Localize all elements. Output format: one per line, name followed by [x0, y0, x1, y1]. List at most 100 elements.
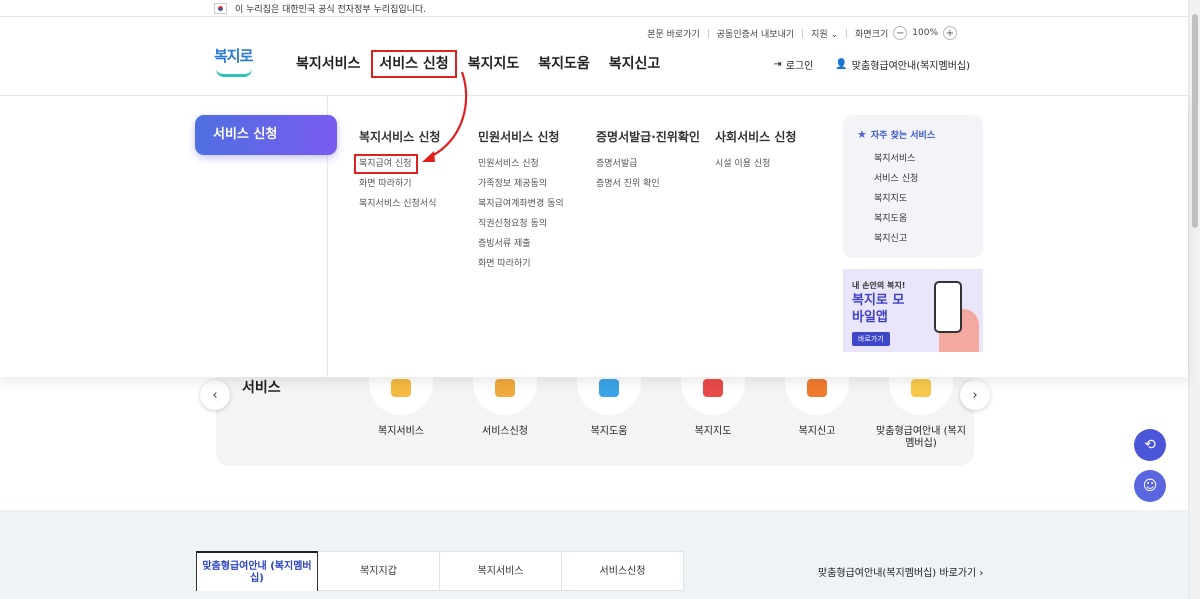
support-label: 지원: [811, 29, 828, 40]
login-icon: ⇥: [773, 59, 782, 70]
frequent-service-link[interactable]: 복지지도: [874, 189, 983, 209]
service-item[interactable]: 서비스신청: [460, 377, 550, 438]
map-icon: [703, 379, 723, 397]
person-icon: [391, 379, 411, 397]
divider: [846, 28, 848, 38]
logo-text: 복지로: [214, 47, 253, 65]
annotation-arrow: [422, 71, 468, 162]
service-item[interactable]: 복지지도: [668, 377, 758, 438]
utility-bar: 본문 바로가기 공동인증서 내보내기 지원 ⌄ 화면크기 − 100% +: [647, 26, 962, 40]
bokjiro-logo[interactable]: 복지로: [214, 45, 254, 79]
service-icon-circle: [369, 377, 433, 415]
service-icon-circle: [889, 377, 953, 415]
recent-history-button[interactable]: ⟲: [1134, 429, 1166, 461]
chatbot-button[interactable]: ☺: [1134, 470, 1166, 502]
frequent-services-label: 자주 찾는 서비스: [870, 131, 936, 141]
menu-item[interactable]: 민원서비스 신청: [478, 154, 564, 174]
bottom-tabs: 맞춤형급여안내 (복지멤버십) 복지지갑 복지서비스 서비스신청: [196, 551, 684, 591]
korea-flag-icon: [214, 2, 227, 14]
chevron-down-icon: ⌄: [830, 29, 839, 40]
menu-item[interactable]: 화면 따라하기: [359, 174, 440, 194]
menu-item[interactable]: 가족정보 제공동의: [478, 174, 564, 194]
service-icon-circle: [681, 377, 745, 415]
siren-icon: [807, 379, 827, 397]
mega-menu-section-title: 서비스 신청: [195, 115, 337, 155]
tab-wallet[interactable]: 복지지갑: [318, 551, 440, 591]
menu-item[interactable]: 복지급여계좌변경 동의: [478, 194, 564, 214]
service-label: 복지지도: [694, 426, 732, 437]
menu-column-title: 사회서비스 신청: [715, 130, 797, 144]
service-label: 복지서비스: [378, 426, 424, 437]
chat-icon: [599, 379, 619, 397]
service-label: 서비스신청: [482, 426, 528, 437]
login-label: 로그인: [785, 61, 814, 72]
scrollbar[interactable]: [1188, 0, 1200, 599]
frequent-service-link[interactable]: 복지신고: [874, 229, 983, 249]
user-icon: 👤: [835, 59, 848, 70]
menu-item[interactable]: 복지서비스 신청서식: [359, 194, 440, 214]
app-banner-subtitle: 내 손안의 복지!: [852, 281, 906, 290]
service-item[interactable]: 맞춤형급여안내 (복지멤버십): [876, 377, 966, 450]
frequent-service-link[interactable]: 복지도움: [874, 209, 983, 229]
menu-item[interactable]: 시설 이용 신청: [715, 154, 796, 174]
nav-welfare-help[interactable]: 복지도움: [538, 50, 590, 78]
service-icon-circle: [577, 377, 641, 415]
tab-welfare-service[interactable]: 복지서비스: [440, 551, 562, 591]
history-icon: ⟲: [1144, 437, 1156, 453]
menu-item[interactable]: 증빙서류 제출: [478, 234, 564, 254]
site-header: 본문 바로가기 공동인증서 내보내기 지원 ⌄ 화면크기 − 100% + 복지…: [0, 17, 1188, 96]
menu-item-benefit-apply[interactable]: 복지급여 신청: [354, 154, 418, 174]
divider: [707, 28, 709, 38]
divider: [802, 28, 804, 38]
menu-column-civil-apply: 민원서비스 신청 민원서비스 신청 가족정보 제공동의 복지급여계좌변경 동의 …: [478, 128, 564, 274]
membership-shortcut-link[interactable]: 맞춤형급여안내(복지멤버십) 바로가기 ›: [818, 564, 983, 579]
zoom-label: 화면크기: [855, 29, 889, 40]
menu-column-title: 증명서발급·진위확인: [596, 130, 700, 144]
service-icon-circle: [473, 377, 537, 415]
main-nav: 복지서비스 서비스 신청 복지지도 복지도움 복지신고: [296, 50, 679, 78]
carousel-prev-button[interactable]: ‹: [200, 380, 230, 410]
membership-icon: [911, 379, 931, 397]
zoom-value: 100%: [912, 28, 938, 38]
service-label: 맞춤형급여안내 (복지멤버십): [876, 426, 966, 449]
nav-welfare-report[interactable]: 복지신고: [609, 50, 661, 78]
header-right: ⇥ 로그인 👤 맞춤형급여안내(복지멤버십): [751, 57, 970, 72]
service-icon-circle: [785, 377, 849, 415]
zoom-in-button[interactable]: +: [943, 26, 957, 40]
service-item[interactable]: 복지서비스: [356, 377, 446, 438]
tab-membership[interactable]: 맞춤형급여안내 (복지멤버십): [196, 551, 318, 591]
frequent-service-link[interactable]: 복지서비스: [874, 149, 983, 169]
star-icon: ★: [857, 128, 867, 141]
support-dropdown[interactable]: 지원 ⌄: [811, 27, 838, 40]
membership-label: 맞춤형급여안내(복지멤버십): [851, 61, 970, 72]
frequent-services-title: ★ 자주 찾는 서비스: [857, 128, 983, 141]
zoom-out-button[interactable]: −: [893, 26, 908, 40]
menu-item[interactable]: 화면 따라하기: [478, 254, 564, 274]
service-section-title: 서비스: [242, 380, 281, 396]
nav-welfare-service[interactable]: 복지서비스: [296, 50, 360, 78]
tab-service-apply[interactable]: 서비스신청: [562, 551, 684, 591]
mega-menu: 서비스 신청 복지서비스 신청 복지급여 신청 화면 따라하기 복지서비스 신청…: [0, 96, 1188, 377]
app-banner-button[interactable]: 바로가기: [852, 332, 890, 346]
menu-item[interactable]: 증명서 진위 확인: [596, 174, 700, 194]
scrollbar-thumb[interactable]: [1192, 14, 1198, 228]
menu-column-certificate: 증명서발급·진위확인 증명서발급 증명서 진위 확인: [596, 128, 700, 194]
app-banner-title: 복지로 모바일앱: [852, 293, 905, 325]
membership-button[interactable]: 👤 맞춤형급여안내(복지멤버십): [835, 57, 970, 72]
login-button[interactable]: ⇥ 로그인: [773, 57, 813, 72]
menu-item[interactable]: 증명서발급: [596, 154, 700, 174]
menu-item[interactable]: 직권신청요청 동의: [478, 214, 564, 234]
frequent-service-link[interactable]: 서비스 신청: [874, 169, 983, 189]
skip-link[interactable]: 본문 바로가기: [647, 27, 700, 40]
service-item[interactable]: 복지도움: [564, 377, 654, 438]
service-item[interactable]: 복지신고: [772, 377, 862, 438]
menu-column-social-service: 사회서비스 신청 시설 이용 신청: [715, 128, 796, 174]
logo-wave: [216, 69, 252, 77]
service-label: 복지신고: [798, 426, 836, 437]
cert-export-link[interactable]: 공동인증서 내보내기: [717, 27, 794, 40]
gov-banner: 이 누리집은 대한민국 공식 전자정부 누리집입니다.: [0, 0, 1188, 17]
hand-icon: [495, 379, 515, 397]
chatbot-icon: ☺: [1142, 478, 1158, 494]
mobile-app-banner[interactable]: 내 손안의 복지! 복지로 모바일앱 바로가기: [843, 269, 983, 352]
phone-illustration: [934, 281, 962, 333]
